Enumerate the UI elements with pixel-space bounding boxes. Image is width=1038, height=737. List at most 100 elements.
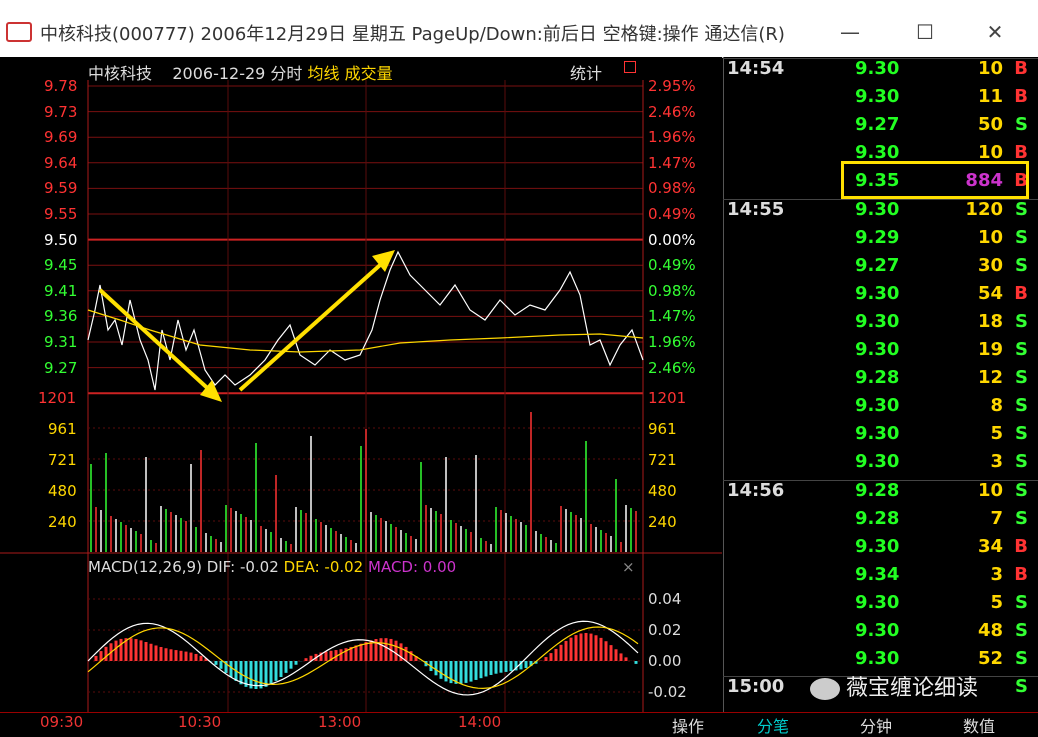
tick-price: 9.30 [855,423,900,445]
tick-volume: 10 [977,479,1003,501]
macd-dif: DIF: -0.02 [206,558,279,576]
percent-tick-label: 1.47% [648,307,696,326]
tick-side: S [1015,479,1028,501]
tick-side: B [1014,86,1028,108]
tick-volume: 7 [990,507,1003,529]
tick-side: S [1015,676,1028,698]
tick-volume: 3 [990,451,1003,473]
tick-row: 9.30 5 S [723,592,1038,620]
tick-row: 9.30 18 S [723,311,1038,339]
close-button[interactable]: ✕ [975,14,1015,50]
tick-time-divider [723,58,1038,59]
tick-side: S [1015,310,1028,332]
panel-toggle-icon[interactable] [624,61,636,73]
volume-tick-label: 721 [48,451,77,469]
percent-tick-label: 1.47% [648,153,696,172]
tick-side: B [1014,58,1028,79]
tick-side: S [1015,507,1028,529]
time-tick-label: 09:30 [40,713,84,731]
tick-side: B [1014,535,1028,557]
tick-side: B [1014,563,1028,585]
tick-price: 9.30 [855,451,900,473]
tick-price: 9.30 [855,591,900,613]
tick-price: 9.27 [855,254,900,276]
macd-tick-label: 0.00 [648,652,682,670]
price-tick-label: 9.31 [44,333,78,351]
volume-tick-label: 721 [648,451,677,469]
tick-time: 15:00 [727,676,785,698]
tick-price: 9.34 [855,563,900,585]
tick-row: 9.30 11 B [723,86,1038,114]
tick-volume: 3 [990,563,1003,585]
tick-side: B [1014,282,1028,304]
tick-price: 9.27 [855,114,900,136]
price-tick-label: 9.64 [44,153,78,172]
stats-button[interactable]: 统计 [570,60,602,84]
tick-volume: 120 [965,198,1003,220]
tick-time: 14:55 [727,198,785,220]
tick-row: 9.34 3 B [723,564,1038,592]
tick-volume: 5 [990,423,1003,445]
maximize-button[interactable]: ☐ [905,14,945,50]
tick-row: 9.30 5 S [723,423,1038,451]
percent-tick-label: 0.98% [648,281,696,300]
tick-row: 9.27 30 S [723,255,1038,283]
tick-volume: 10 [977,58,1003,79]
volume-tick-label: 1201 [648,389,687,407]
price-tick-label: 9.41 [44,281,78,300]
highlight-annotation [841,161,1029,199]
macd-title: MACD(12,26,9) [88,558,202,576]
volume-label: 成交量 [344,64,393,83]
volume-tick-label: 961 [48,420,77,438]
tick-volume: 34 [977,535,1003,557]
macd-dea: DEA: -0.02 [283,558,364,576]
volume-tick-label: 961 [648,420,677,438]
window-titlebar: 中核科技(000777) 2006年12月29日 星期五 PageUp/Down… [0,0,1038,58]
tick-volume: 30 [977,254,1003,276]
tick-side: S [1015,198,1028,220]
tick-price: 9.30 [855,198,900,220]
time-tick-label: 14:00 [458,713,502,731]
tick-volume: 48 [977,620,1003,641]
tick-time: 14:54 [727,58,785,79]
tick-side: S [1015,451,1028,473]
tab-operate[interactable]: 操作 [655,713,721,736]
tick-time: 14:56 [727,479,785,501]
tick-row: 14:54 9.30 10 B [723,58,1038,86]
volume-tick-label: 1201 [38,389,77,407]
price-tick-label: 9.73 [44,102,78,121]
macd-tick-label: 0.04 [648,590,682,608]
tick-price: 9.30 [855,58,900,79]
tick-side: S [1015,114,1028,136]
tick-time-divider [723,479,1038,481]
macd-value: MACD: 0.00 [368,558,457,576]
tab-tick[interactable]: 分笔 [740,713,806,736]
tick-side: S [1015,226,1028,248]
tab-minute[interactable]: 分钟 [843,713,909,736]
tick-price: 9.30 [855,395,900,417]
app-icon [6,22,32,42]
tick-volume: 10 [977,226,1003,248]
macd-close-icon[interactable]: × [622,558,635,576]
tick-side: S [1015,367,1028,389]
tick-price: 9.30 [855,648,900,670]
time-tick-label: 13:00 [318,713,362,731]
price-tick-label: 9.69 [44,128,78,147]
tick-row: 9.30 19 S [723,339,1038,367]
volume-tick-label: 480 [648,482,677,500]
percent-tick-label: 1.96% [648,333,696,351]
percent-tick-label: 0.00% [648,230,696,249]
stock-name: 中核科技 [88,64,153,83]
tick-price: 9.28 [855,367,900,389]
tick-row: 9.28 12 S [723,367,1038,395]
tab-value[interactable]: 数值 [946,713,1012,736]
macd-legend: MACD(12,26,9) DIF: -0.02 DEA: -0.02 MACD… [88,558,456,576]
percent-tick-label: 1.96% [648,128,696,147]
tick-price: 9.28 [855,507,900,529]
tick-row: 9.30 48 S [723,620,1038,648]
tick-side: S [1015,620,1028,641]
tick-volume: 52 [977,648,1003,670]
minimize-button[interactable]: — [830,14,870,50]
tick-price: 9.30 [855,310,900,332]
percent-tick-label: 2.46% [648,358,696,377]
